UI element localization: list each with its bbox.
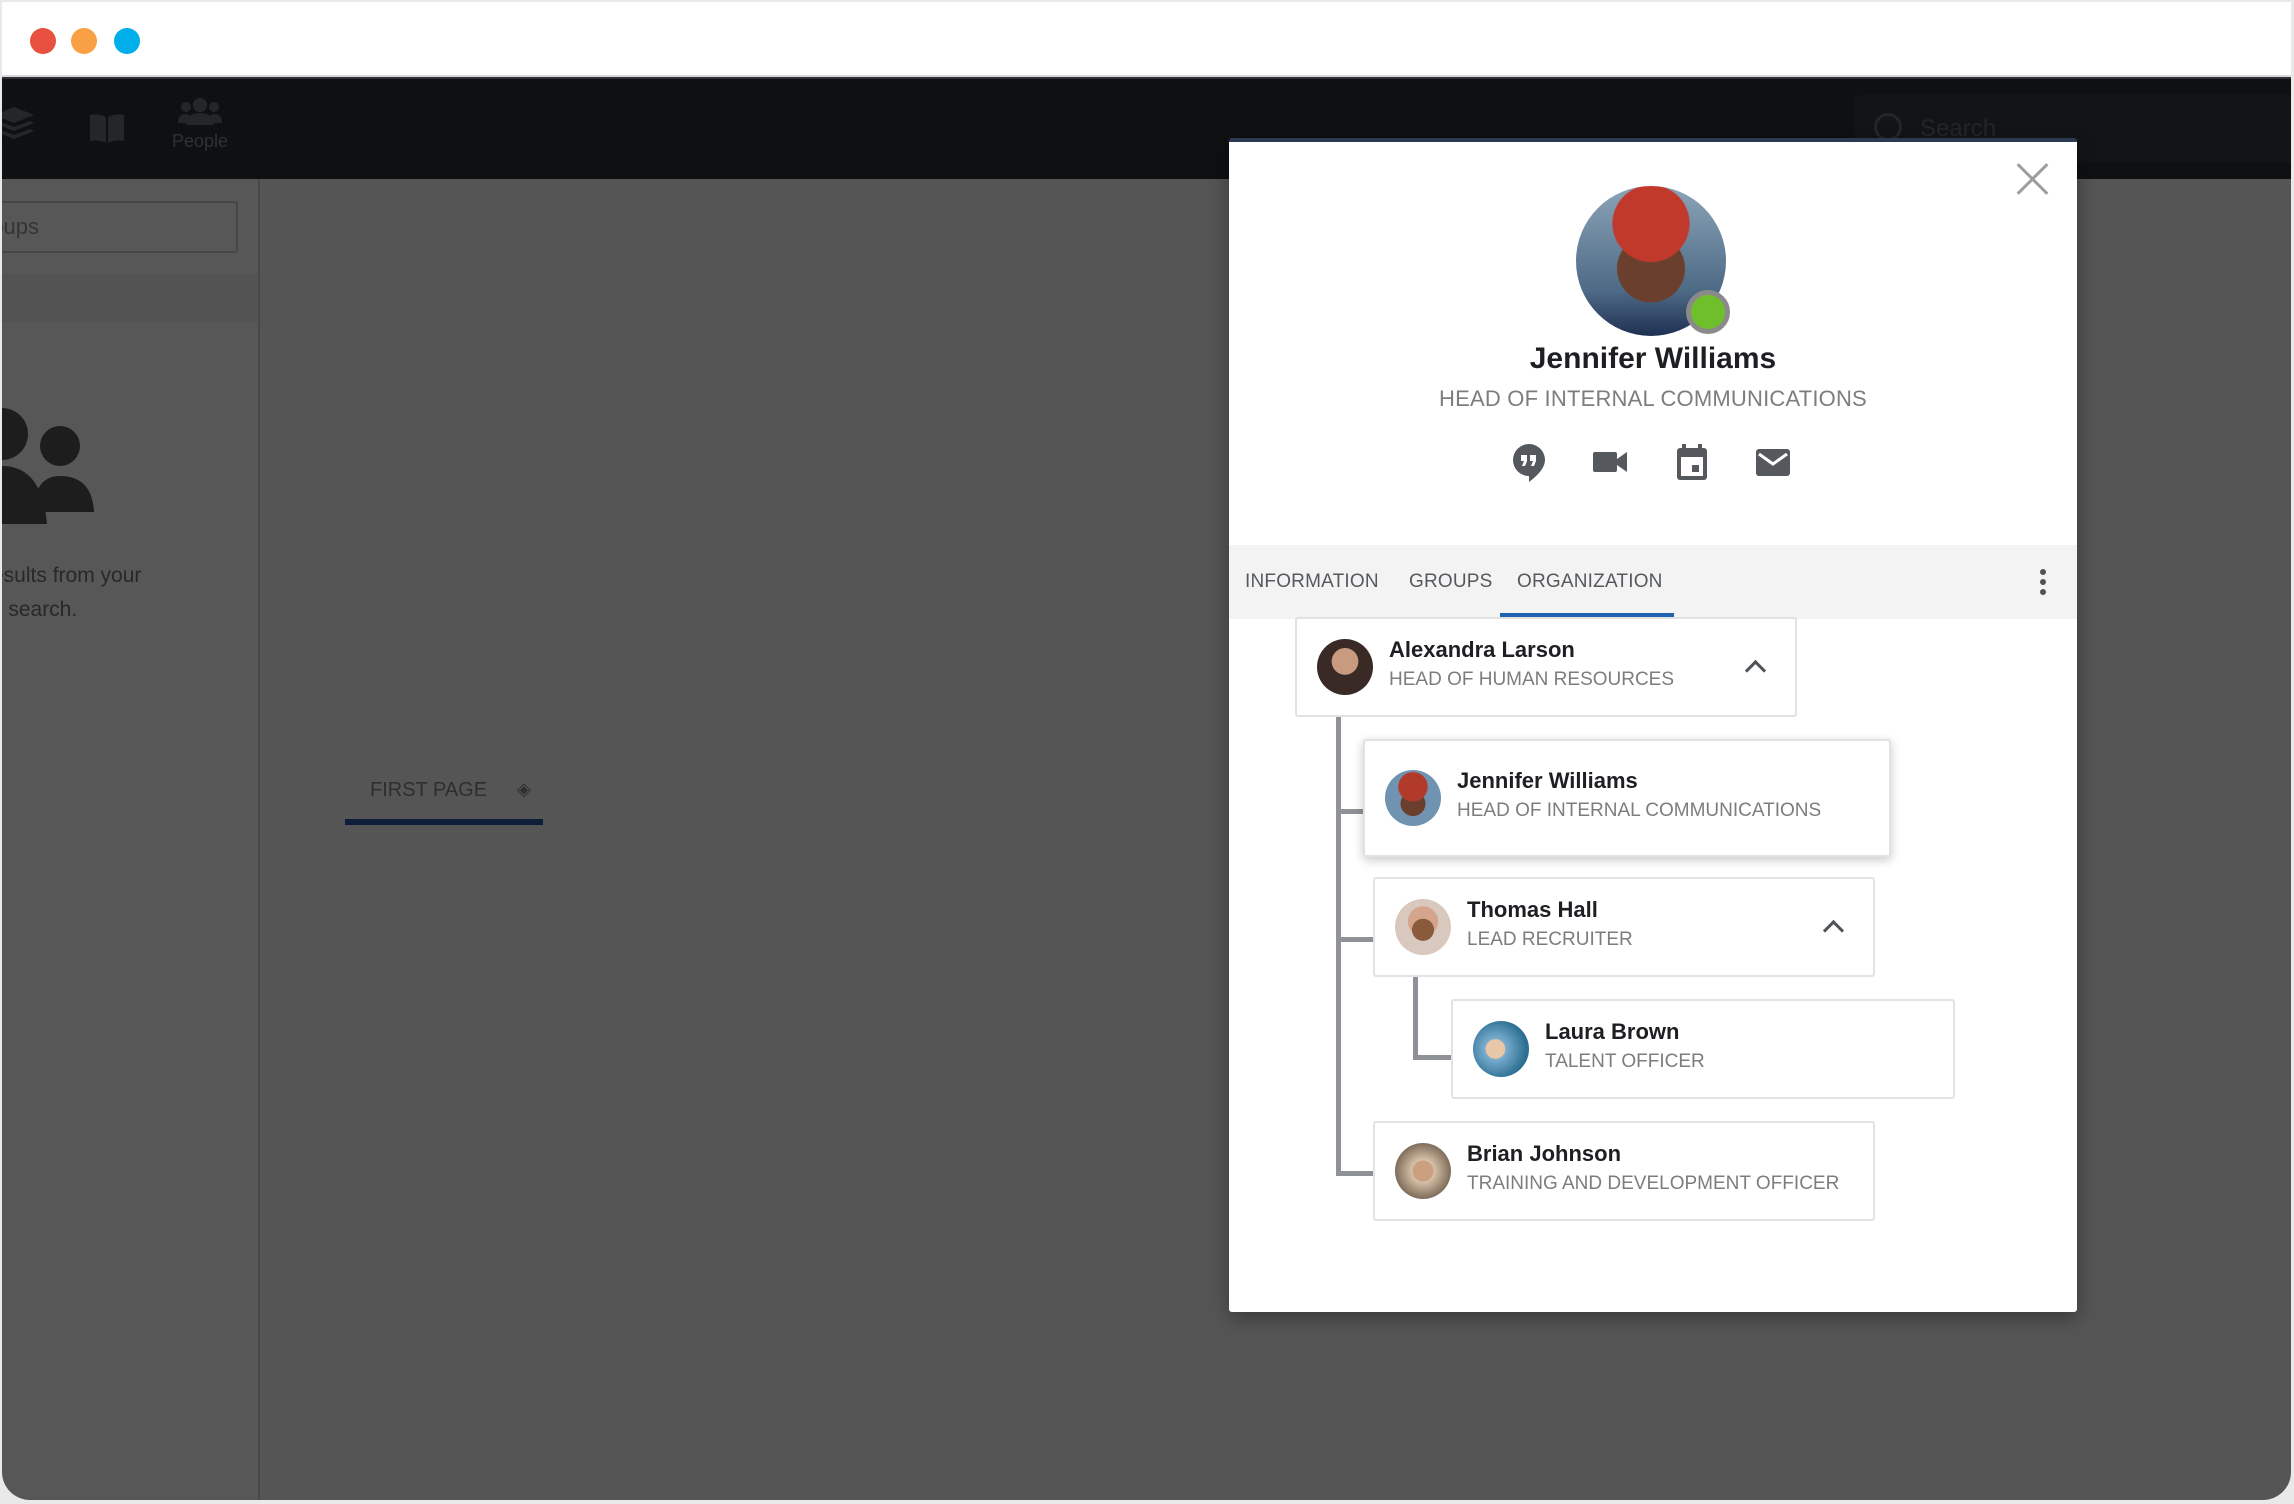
video-camera-icon[interactable] [1591, 442, 1631, 482]
close-icon[interactable] [2015, 162, 2049, 196]
org-person-title: TRAINING AND DEVELOPMENT OFFICER [1467, 1173, 1840, 1194]
org-person-title: LEAD RECRUITER [1467, 929, 1633, 950]
minimize-window-button[interactable] [71, 28, 97, 54]
profile-name: Jennifer Williams [1529, 342, 1777, 375]
org-person-title: HEAD OF INTERNAL COMMUNICATIONS [1457, 800, 1822, 821]
org-card-thomas-hall[interactable]: Thomas Hall LEAD RECRUITER [1373, 877, 1875, 977]
tab-information[interactable]: INFORMATION [1245, 571, 1379, 593]
org-person-title: TALENT OFFICER [1545, 1051, 1705, 1072]
chat-quote-icon[interactable] [1511, 442, 1551, 482]
org-card-laura-brown[interactable]: Laura Brown TALENT OFFICER [1451, 999, 1955, 1099]
tree-branch [1413, 1055, 1453, 1060]
org-person-name: Thomas Hall [1467, 897, 1598, 922]
avatar [1395, 899, 1451, 955]
org-tree: Alexandra Larson HEAD OF HUMAN RESOURCES J… [1229, 617, 2077, 1312]
tab-groups[interactable]: GROUPS [1409, 571, 1493, 593]
org-person-name: Laura Brown [1545, 1019, 1680, 1044]
calendar-icon[interactable] [1672, 442, 1712, 482]
maximize-window-button[interactable] [114, 28, 140, 54]
profile-title: HEAD OF INTERNAL COMMUNICATIONS [1439, 386, 1867, 411]
profile-tabs: INFORMATION GROUPS ORGANIZATION [1229, 545, 2077, 619]
chevron-up-icon[interactable] [1744, 659, 1767, 682]
mail-icon[interactable] [1753, 442, 1793, 482]
avatar [1385, 770, 1441, 826]
presence-online-indicator [1686, 290, 1730, 334]
close-window-button[interactable] [30, 28, 56, 54]
profile-avatar [1576, 186, 1730, 336]
org-card-alexandra-larson[interactable]: Alexandra Larson HEAD OF HUMAN RESOURCES [1295, 617, 1797, 717]
avatar [1317, 639, 1373, 695]
org-person-name: Alexandra Larson [1389, 637, 1575, 662]
org-person-name: Jennifer Williams [1457, 768, 1638, 793]
org-person-name: Brian Johnson [1467, 1141, 1622, 1166]
more-options-icon[interactable] [2039, 569, 2047, 597]
org-card-brian-johnson[interactable]: Brian Johnson TRAINING AND DEVELOPMENT OF… [1373, 1121, 1875, 1221]
title-bar [2, 2, 2291, 77]
avatar [1395, 1143, 1451, 1199]
tab-organization[interactable]: ORGANIZATION [1517, 571, 1663, 593]
profile-modal: Jennifer Williams HEAD OF INTERNAL COMMU… [1229, 138, 2077, 1312]
tree-connector-root [1336, 717, 1341, 1175]
avatar [1473, 1021, 1529, 1077]
tree-branch [1336, 937, 1374, 942]
tree-branch [1336, 809, 1364, 814]
org-card-jennifer-williams[interactable]: Jennifer Williams HEAD OF INTERNAL COMMUN… [1363, 739, 1891, 857]
profile-actions [1229, 442, 2077, 486]
tree-branch [1336, 1171, 1374, 1176]
org-person-title: HEAD OF HUMAN RESOURCES [1389, 669, 1675, 690]
chevron-up-icon[interactable] [1822, 919, 1845, 942]
